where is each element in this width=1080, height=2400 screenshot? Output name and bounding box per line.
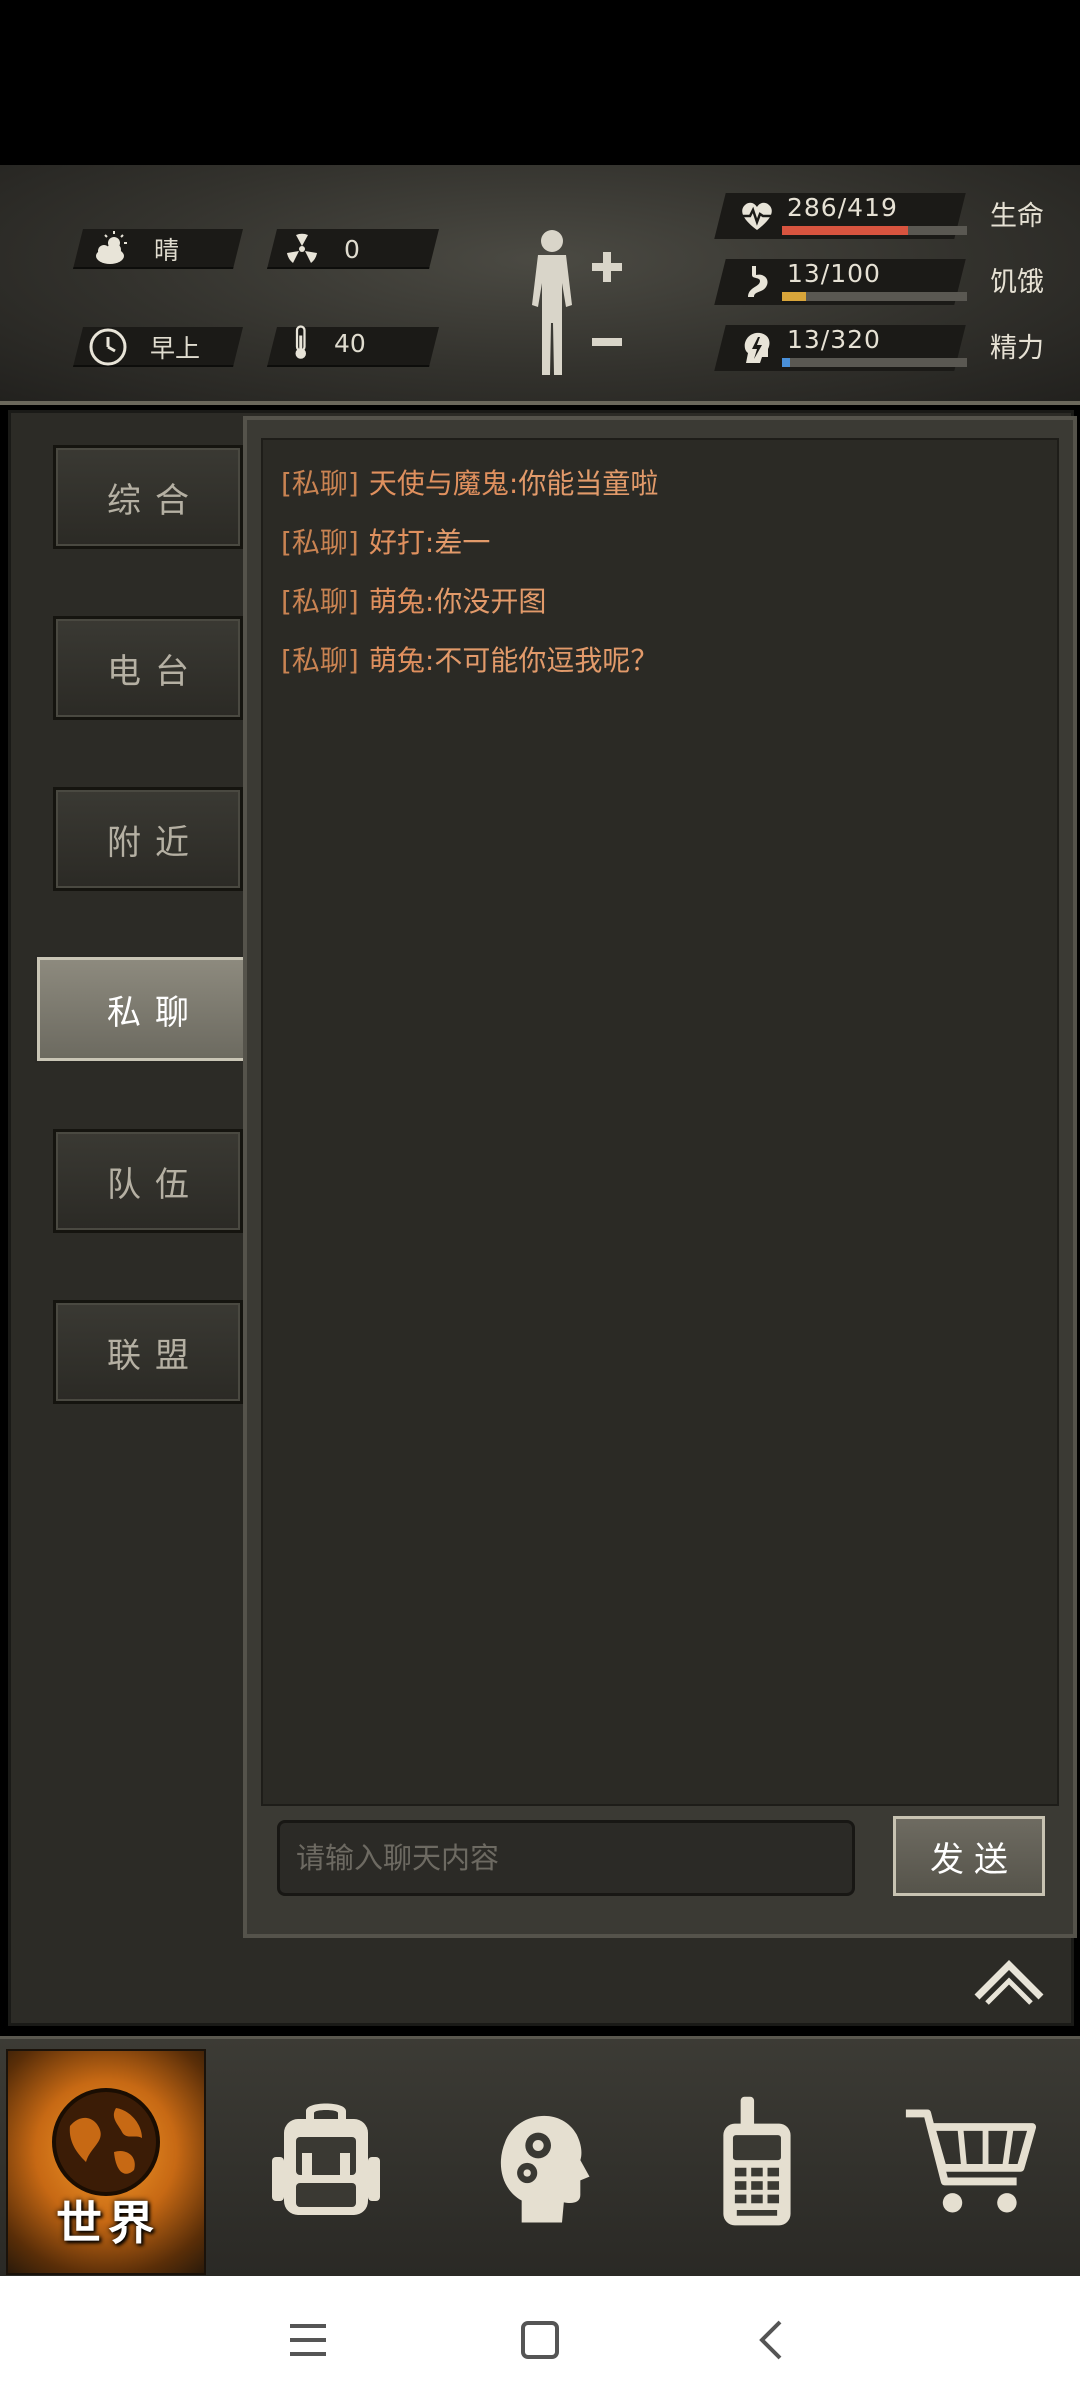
message-text: 你能当童啦 xyxy=(518,467,659,500)
time-value: 早上 xyxy=(150,334,201,363)
hunger-stat: 13/100 饥饿 xyxy=(714,259,1060,305)
nav-shop-button[interactable] xyxy=(870,2049,1070,2275)
stomach-icon xyxy=(748,266,768,297)
message-separator: : xyxy=(508,467,519,500)
brain-energy-icon xyxy=(744,332,770,363)
menu-icon[interactable] xyxy=(280,2312,336,2368)
chat-input[interactable] xyxy=(277,1820,855,1896)
chat-message: [私聊] 萌兔:你没开图 xyxy=(281,580,546,620)
cloudy-sun-icon xyxy=(96,231,127,264)
thermometer-icon xyxy=(295,325,306,359)
nav-world-label: 世界 xyxy=(56,2196,160,2250)
tab-team[interactable]: 队伍 xyxy=(53,1129,243,1233)
clock-icon xyxy=(89,328,127,366)
radiation-icon xyxy=(287,233,317,263)
back-icon[interactable] xyxy=(744,2312,800,2368)
message-text: 你没开图 xyxy=(434,585,547,618)
nav-radio-button[interactable] xyxy=(656,2049,856,2275)
hunger-value: 13/100 xyxy=(787,259,881,288)
message-sender[interactable]: 萌兔 xyxy=(369,585,425,618)
energy-label: 精力 xyxy=(990,333,1044,364)
shopping-cart-icon xyxy=(905,2109,1037,2213)
send-button[interactable]: 发送 xyxy=(893,1816,1045,1896)
message-channel: [私聊] xyxy=(281,585,359,618)
tab-private-chat[interactable]: 私聊 xyxy=(37,957,259,1061)
message-channel: [私聊] xyxy=(281,526,359,559)
chat-message: [私聊] 萌兔:不可能你逗我呢？ xyxy=(281,639,658,679)
message-text: 差一 xyxy=(434,526,491,559)
hunger-label: 饥饿 xyxy=(990,267,1044,298)
head-gears-icon xyxy=(500,2115,590,2223)
message-channel: [私聊] xyxy=(281,467,359,500)
tab-radio[interactable]: 电台 xyxy=(53,616,243,720)
weather-value: 晴 xyxy=(154,236,180,265)
heart-pulse-icon xyxy=(742,202,772,230)
energy-value: 13/320 xyxy=(787,325,881,354)
hunger-bar xyxy=(782,292,967,301)
health-value: 286/419 xyxy=(787,193,898,222)
tab-nearby[interactable]: 附近 xyxy=(53,787,243,891)
health-stat: 286/419 生命 xyxy=(714,193,1060,239)
home-icon[interactable] xyxy=(512,2312,568,2368)
chat-message: [私聊] 天使与魔鬼:你能当童啦 xyxy=(281,462,658,502)
backpack-icon xyxy=(272,2103,380,2215)
energy-stat: 13/320 精力 xyxy=(714,325,1060,371)
radiation-value: 0 xyxy=(344,234,360,264)
message-sender[interactable]: 好打 xyxy=(369,526,425,559)
collapse-chevron-up-icon[interactable] xyxy=(971,1953,1047,2009)
player-hud: 晴 0 早上 40 286/419 生命 13/100 饥饿 13/320 精力 xyxy=(0,165,1080,405)
message-channel: [私聊] xyxy=(281,644,359,677)
message-sender[interactable]: 天使与魔鬼 xyxy=(369,467,509,500)
minus-icon xyxy=(592,338,622,346)
tab-alliance[interactable]: 联盟 xyxy=(53,1300,243,1404)
globe-icon xyxy=(52,2088,160,2196)
message-separator: : xyxy=(424,644,435,677)
message-text: 不可能你逗我呢？ xyxy=(434,644,659,677)
message-sender[interactable]: 萌兔 xyxy=(369,644,425,677)
body-status-figure[interactable] xyxy=(520,225,630,385)
health-label: 生命 xyxy=(990,201,1044,232)
message-separator: : xyxy=(424,585,435,618)
chat-screen: 综合 电台 附近 私聊 队伍 联盟 [私聊] 天使与魔鬼:你能当童啦 [私聊] 好打… xyxy=(8,410,1077,2026)
temperature-status: 40 xyxy=(288,323,366,363)
weather-status: 晴 xyxy=(92,229,179,269)
time-status: 早上 xyxy=(88,327,200,367)
chat-panel: [私聊] 天使与魔鬼:你能当童啦 [私聊] 好打:差一 [私聊] 萌兔:你没开图 [私… xyxy=(243,416,1077,1938)
message-list[interactable]: [私聊] 天使与魔鬼:你能当童啦 [私聊] 好打:差一 [私聊] 萌兔:你没开图 [私… xyxy=(261,438,1059,1806)
nav-backpack-button[interactable] xyxy=(226,2049,426,2275)
tab-general[interactable]: 综合 xyxy=(53,445,243,549)
nav-skills-button[interactable] xyxy=(440,2049,640,2275)
radiation-status: 0 xyxy=(282,229,360,269)
health-bar xyxy=(782,226,967,235)
energy-bar xyxy=(782,358,967,367)
chat-message: [私聊] 好打:差一 xyxy=(281,521,490,561)
system-navigation-bar xyxy=(0,2276,1080,2400)
bottom-nav: 世界 xyxy=(0,2036,1080,2276)
walkie-talkie-icon xyxy=(723,2096,791,2226)
temperature-value: 40 xyxy=(334,328,366,358)
message-separator: : xyxy=(424,526,435,559)
status-bar xyxy=(0,0,1080,165)
nav-world-button[interactable]: 世界 xyxy=(6,2049,206,2275)
